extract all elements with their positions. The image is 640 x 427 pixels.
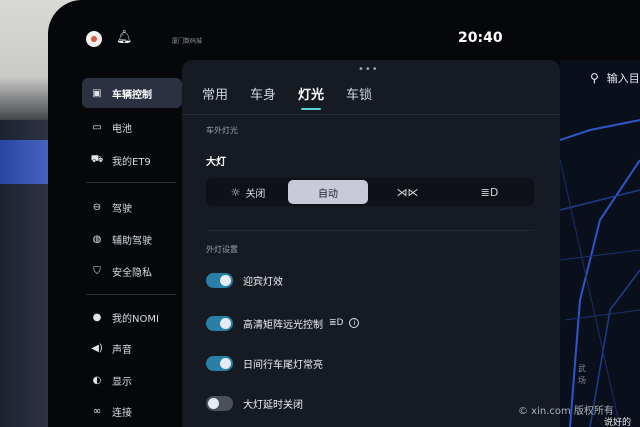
map-place-label: 场 (578, 376, 586, 385)
lighting-settings-panel: ••• 常用 车身 灯光 车锁 车外灯光 大灯 ☼ 关闭 自动 ⋊⋉ ≣D 外灯… (182, 60, 560, 427)
sidebar-item-driving[interactable]: ⊖ 驾驶 (82, 192, 182, 222)
sidebar-item-battery[interactable]: ▭ 电池 (82, 112, 182, 142)
sidebar-item-display[interactable]: ◐ 显示 (82, 365, 182, 395)
headlight-position-option[interactable]: ⋊⋉ (370, 180, 450, 204)
sidebar-item-label: 我的NOMI (112, 313, 159, 325)
watermark: © xin.com 版权所有 (518, 406, 614, 417)
headlight-auto-option[interactable]: 自动 (288, 180, 368, 204)
headlight-delay-toggle[interactable] (206, 395, 233, 411)
steering-icon: ⊖ (92, 201, 102, 213)
setting-row-welcome-light: 迎宾灯效 (206, 271, 283, 289)
headlight-mode-selector: ☼ 关闭 自动 ⋊⋉ ≣D (206, 178, 534, 206)
map-place-label: 武 (578, 364, 586, 373)
option-label: 关闭 (245, 188, 266, 200)
setting-label: 迎宾灯效 (243, 276, 283, 288)
map-search-placeholder: 输入目 (606, 72, 640, 85)
settings-sidebar: ▣ 车辆控制 ▭ 电池 ⛟ 我的ET9 ⊖ 驾驶 ◍ 辅助驾驶 ⛉ 安全隐私 ●… (76, 70, 182, 427)
setting-row-headlight-delay: 大灯延时关闭 (206, 394, 303, 412)
bell-icon[interactable]: 🔔︎ (116, 30, 133, 45)
setting-label: 高清矩阵远光控制 (243, 319, 323, 331)
sidebar-item-nomi[interactable]: ● 我的NOMI (82, 302, 182, 332)
sidebar-item-assisted-driving[interactable]: ◍ 辅助驾驶 (82, 224, 182, 254)
sidebar-item-sound[interactable]: ◀) 声音 (82, 333, 182, 363)
tab-bar: 常用 车身 灯光 车锁 (202, 84, 372, 110)
matrix-beam-toggle[interactable] (206, 315, 233, 331)
info-icon[interactable]: i (349, 318, 360, 328)
sidebar-item-label: 显示 (112, 376, 132, 388)
ambient-light (0, 140, 48, 184)
section-divider (206, 230, 534, 231)
sidebar-item-my-et9[interactable]: ⛟ 我的ET9 (82, 145, 182, 175)
sidebar-item-label: 声音 (112, 344, 132, 356)
sidebar-divider (86, 294, 176, 295)
section-title-settings: 外灯设置 (206, 245, 238, 254)
dashboard-trim (0, 120, 50, 427)
daytime-tail-toggle[interactable] (206, 355, 233, 371)
map-search-field[interactable]: ⚲ 输入目 (590, 70, 640, 86)
location-text: 厦门数码城 (172, 38, 203, 45)
map-roads (560, 119, 640, 427)
status-bar: 🔔︎ 厦门数码城 20:40 (60, 22, 640, 58)
sidebar-item-label: 我的ET9 (112, 156, 151, 168)
assist-drive-icon: ◍ (92, 233, 102, 245)
user-avatar[interactable] (86, 31, 102, 47)
sidebar-item-connect[interactable]: ∞ 连接 (82, 396, 182, 426)
battery-icon: ▭ (92, 121, 102, 133)
tab-divider (182, 114, 560, 115)
car-icon: ⛟ (90, 153, 104, 165)
sidebar-item-vehicle-control[interactable]: ▣ 车辆控制 (82, 78, 182, 108)
tab-common[interactable]: 常用 (202, 84, 228, 110)
section-title-exterior: 车外灯光 (206, 126, 238, 135)
sidebar-item-label: 电池 (112, 123, 132, 135)
sidebar-item-label: 车辆控制 (112, 89, 152, 101)
sidebar-item-label: 安全隐私 (112, 267, 152, 279)
setting-label: 大灯延时关闭 (243, 399, 303, 411)
high-beam-icon: ≣D (329, 318, 344, 328)
nomi-icon: ● (92, 311, 102, 323)
sidebar-item-label: 辅助驾驶 (112, 235, 152, 247)
tab-body[interactable]: 车身 (250, 84, 276, 110)
headlight-low-beam-option[interactable]: ≣D (452, 180, 532, 204)
headlight-label: 大灯 (206, 157, 226, 168)
search-icon: ⚲ (590, 71, 599, 85)
sidebar-item-label: 驾驶 (112, 203, 132, 215)
shield-icon: ⛉ (93, 265, 101, 277)
headlight-off-option[interactable]: ☼ 关闭 (208, 180, 288, 204)
sidebar-item-security[interactable]: ⛉ 安全隐私 (82, 256, 182, 286)
setting-row-daytime-tail: 日间行车尾灯常亮 (206, 354, 323, 372)
sidebar-divider (86, 182, 176, 183)
navigation-map[interactable]: ⚲ 输入目 武 场 说好的 (560, 60, 640, 427)
low-beam-icon: ≣D (480, 185, 499, 199)
setting-label: 日间行车尾灯常亮 (243, 359, 323, 371)
sun-icon: ☼ (230, 185, 241, 199)
link-icon: ∞ (92, 405, 102, 417)
speaker-icon: ◀) (91, 342, 103, 354)
tab-locks[interactable]: 车锁 (346, 84, 372, 110)
position-light-icon: ⋊⋉ (396, 185, 419, 199)
clock: 20:40 (458, 30, 503, 46)
tab-lighting[interactable]: 灯光 (298, 84, 324, 110)
sidebar-item-label: 连接 (112, 407, 132, 419)
drag-handle[interactable]: ••• (358, 64, 379, 75)
display-icon: ◐ (92, 374, 102, 386)
welcome-light-toggle[interactable] (206, 272, 233, 288)
setting-row-matrix-beam: 高清矩阵远光控制 ≣D i (206, 314, 360, 332)
car-control-icon: ▣ (92, 87, 102, 99)
option-label: 自动 (318, 188, 338, 200)
